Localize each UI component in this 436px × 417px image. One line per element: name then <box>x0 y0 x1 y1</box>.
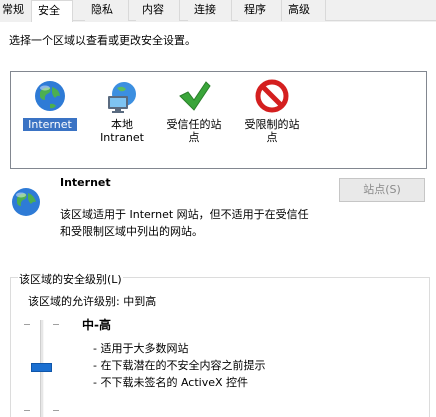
zone-info-description-line1: 该区域适用于 Internet 网站，但不适用于在受信任 <box>60 208 309 221</box>
tab-security[interactable]: 安全 <box>31 0 73 22</box>
tab-general[interactable]: 常规 <box>0 0 32 21</box>
zone-label-internet: Internet <box>23 118 77 131</box>
slider-tick <box>53 410 59 411</box>
slider-tick <box>53 324 59 325</box>
zone-restricted-sites[interactable]: 受限制的站 点 <box>237 78 307 144</box>
sites-button[interactable]: 站点(S) <box>339 178 425 202</box>
slider-tick <box>24 324 30 325</box>
security-level-name: 中-高 <box>82 318 111 332</box>
zone-label-trusted-line1: 受信任的站 <box>166 118 222 131</box>
tab-programs[interactable]: 程序 <box>238 0 282 21</box>
intranet-computer-icon <box>108 82 136 113</box>
zone-label-intranet-line2: Intranet <box>100 131 144 144</box>
globe-icon <box>35 81 65 111</box>
security-level-group-title: 该区域的安全级别(L) <box>18 271 123 287</box>
tab-advanced[interactable]: 高级 <box>282 0 326 21</box>
zone-label-intranet-line1: 本地 <box>111 118 133 131</box>
internet-options-security-page: 常规 安全 隐私 内容 连接 程序 高级 选择一个区域以查看或更改安全设置。 I… <box>0 0 436 417</box>
zone-list: Internet 本地 Intranet 受信任的站 点 受限制的站 点 <box>10 71 427 169</box>
zone-info-title: Internet <box>60 176 111 189</box>
zone-trusted-sites[interactable]: 受信任的站 点 <box>159 78 229 144</box>
zone-info-description: 该区域适用于 Internet 网站，但不适用于在受信任 和受限制区域中列出的网… <box>60 206 345 240</box>
zone-label-restricted-line2: 点 <box>266 131 278 144</box>
slider-tick <box>24 410 30 411</box>
level-bullet: - 不下载未签名的 ActiveX 控件 <box>93 376 249 389</box>
security-level-description: - 适用于大多数网站 - 在下载潜在的不安全内容之前提示 - 不下载未签名的 A… <box>93 340 265 391</box>
tab-strip: 常规 安全 隐私 内容 连接 程序 高级 <box>0 0 436 22</box>
zone-label-restricted-line1: 受限制的站 <box>244 118 300 131</box>
tab-privacy[interactable]: 隐私 <box>85 0 129 21</box>
level-bullet: - 适用于大多数网站 <box>93 342 189 355</box>
zone-info-description-line2: 和受限制区域中列出的网站。 <box>60 225 203 238</box>
restricted-red-circle-icon <box>255 79 289 113</box>
zone-internet[interactable]: Internet <box>23 78 77 131</box>
tab-connections[interactable]: 连接 <box>188 0 232 21</box>
globe-icon <box>12 188 40 216</box>
tab-content[interactable]: 内容 <box>136 0 180 21</box>
zone-instruction: 选择一个区域以查看或更改安全设置。 <box>9 34 196 47</box>
green-checkmark-icon <box>179 81 211 111</box>
zone-label-trusted-line2: 点 <box>188 131 200 144</box>
allowed-levels-text: 该区域的允许级别: 中到高 <box>28 295 157 308</box>
level-bullet: - 在下载潜在的不安全内容之前提示 <box>93 359 266 372</box>
slider-thumb[interactable] <box>31 363 52 372</box>
zone-local-intranet[interactable]: 本地 Intranet <box>93 78 151 144</box>
